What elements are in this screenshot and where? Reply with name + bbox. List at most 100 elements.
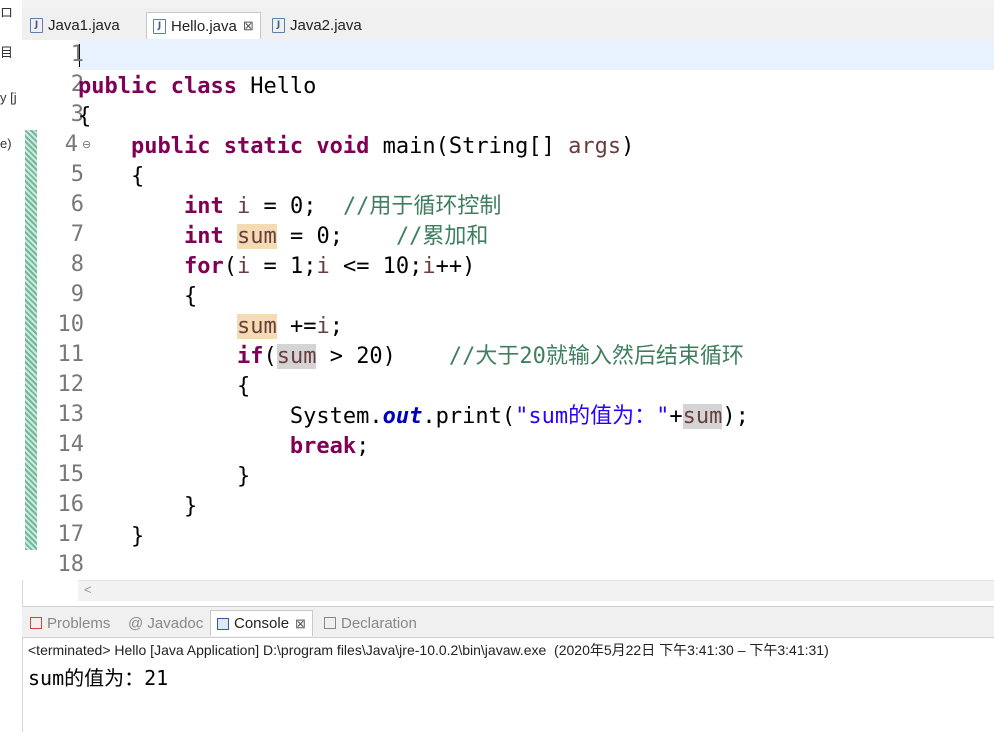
java-file-icon: J [153, 18, 166, 34]
current-line-highlight [78, 40, 994, 70]
code-token: ) [621, 134, 635, 159]
code-token: ++) [435, 254, 476, 279]
code-token: ; [356, 434, 370, 459]
tab-java2[interactable]: J Java2.java [266, 12, 368, 39]
code-token: i [236, 254, 251, 279]
code-token: System. [78, 404, 383, 429]
code-token: int [183, 194, 224, 219]
code-token: break [289, 434, 357, 459]
tab-label: Declaration [341, 614, 417, 632]
java-file-icon: J [30, 18, 43, 33]
code-line: int sum = 0; //累加和 [78, 222, 488, 252]
line-number: 1 [70, 42, 84, 67]
horizontal-scrollbar[interactable]: < [78, 580, 994, 601]
close-icon[interactable]: ⊠ [295, 616, 306, 632]
console-output[interactable]: sum的值为：21 [28, 662, 168, 691]
code-token: .print( [422, 404, 516, 429]
code-token: i [422, 254, 436, 279]
code-token: args [568, 134, 622, 159]
occurrence-highlight: sum [236, 224, 277, 249]
code-line: { [78, 104, 92, 129]
code-token: out [382, 404, 423, 429]
code-editor[interactable]: 1 2 3 4 ⊖ 5 6 7 8 9 10 11 12 13 14 15 16… [22, 40, 994, 601]
tab-hello[interactable]: J Hello.java ⊠ [146, 12, 261, 39]
code-token: <= 10; [329, 254, 423, 279]
line-number: 18 [57, 552, 85, 577]
tab-label: Console [234, 615, 290, 632]
left-panel-strip: ロ 目 y [j e) [0, 0, 23, 732]
left-fragment: ロ [0, 5, 14, 20]
code-token: i [316, 314, 330, 339]
code-token: ( [263, 344, 277, 369]
code-comment: //累加和 [395, 224, 489, 249]
bottom-view-tabbar: Problems @ Javadoc Console ⊠ Declaration [22, 606, 994, 638]
code-line: public class Hello [78, 72, 316, 102]
code-comment: //大于20就输入然后结束循环 [448, 344, 744, 369]
code-line: { [78, 374, 251, 399]
code-comment: //用于循环控制 [342, 194, 502, 219]
code-token: + [669, 404, 683, 429]
code-token: public static void [130, 134, 370, 159]
console-icon [217, 617, 229, 630]
occurrence-highlight: sum [236, 314, 277, 339]
console-description: <terminated> Hello [Java Application] D:… [28, 642, 829, 658]
tab-label: Java2.java [290, 17, 362, 34]
line-number: 4 [64, 132, 78, 157]
scroll-left-icon[interactable]: < [84, 582, 92, 597]
problems-icon [30, 617, 42, 629]
code-token: ( [223, 254, 237, 279]
code-line: } [78, 494, 198, 519]
code-token: > 20) [316, 344, 449, 369]
code-token: for [183, 254, 224, 279]
java-file-icon: J [272, 18, 285, 33]
code-token: ; [329, 314, 343, 339]
code-token: int [183, 224, 224, 249]
code-token: Hello [236, 74, 317, 99]
tab-problems[interactable]: Problems [24, 610, 116, 636]
code-line: System.out.print("sum的值为："+sum); [78, 402, 749, 432]
code-token: main(String[] [369, 134, 569, 159]
tab-label: @ Javadoc [128, 614, 204, 632]
tab-label: Hello.java [171, 17, 237, 35]
code-token: i [236, 194, 251, 219]
code-string: "sum的值为：" [515, 404, 670, 429]
left-fragment: 目 [0, 45, 14, 60]
left-fragment: e) [0, 136, 12, 151]
code-token: = 1; [250, 254, 317, 279]
declaration-icon [324, 617, 336, 629]
code-line: int i = 0; //用于循环控制 [78, 192, 501, 222]
code-token: if [236, 344, 264, 369]
code-token: = 0; [276, 224, 396, 249]
tab-label: Java1.java [48, 17, 120, 34]
code-token: += [276, 314, 317, 339]
left-fragment: y [j [0, 90, 17, 105]
close-icon[interactable]: ⊠ [243, 18, 254, 34]
code-token: i [316, 254, 330, 279]
tab-declaration[interactable]: Declaration [318, 610, 423, 636]
code-line: break; [78, 432, 369, 462]
tab-label: Problems [47, 614, 111, 632]
tab-javadoc[interactable]: @ Javadoc [122, 610, 209, 636]
tab-console[interactable]: Console ⊠ [210, 610, 313, 636]
code-line: } [78, 464, 251, 489]
code-token: = 0; [250, 194, 343, 219]
code-line: } [78, 524, 145, 549]
code-line: public static void main(String[] args) [78, 132, 634, 162]
occurrence-highlight: sum [276, 344, 317, 369]
code-token: ); [722, 404, 749, 429]
code-line: for(i = 1;i <= 10;i++) [78, 252, 475, 282]
code-token: public class [78, 74, 237, 99]
editor-tabbar: J Java1.java J Hello.java ⊠ J Java2.java [22, 8, 994, 41]
occurrence-highlight: sum [682, 404, 723, 429]
code-line: { [78, 164, 145, 189]
tab-java1[interactable]: J Java1.java [24, 12, 126, 39]
